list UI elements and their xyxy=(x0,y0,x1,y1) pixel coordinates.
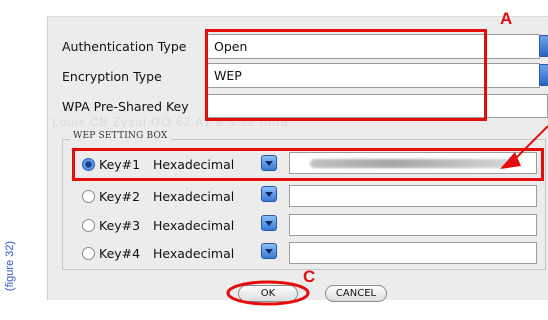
annotation-arrow-head xyxy=(500,152,521,169)
annotation-overlay xyxy=(226,125,548,306)
annotation-arrow-line xyxy=(513,125,548,161)
annotation-ellipse-ok xyxy=(226,280,310,306)
annotation-letter-c: C xyxy=(303,267,316,286)
